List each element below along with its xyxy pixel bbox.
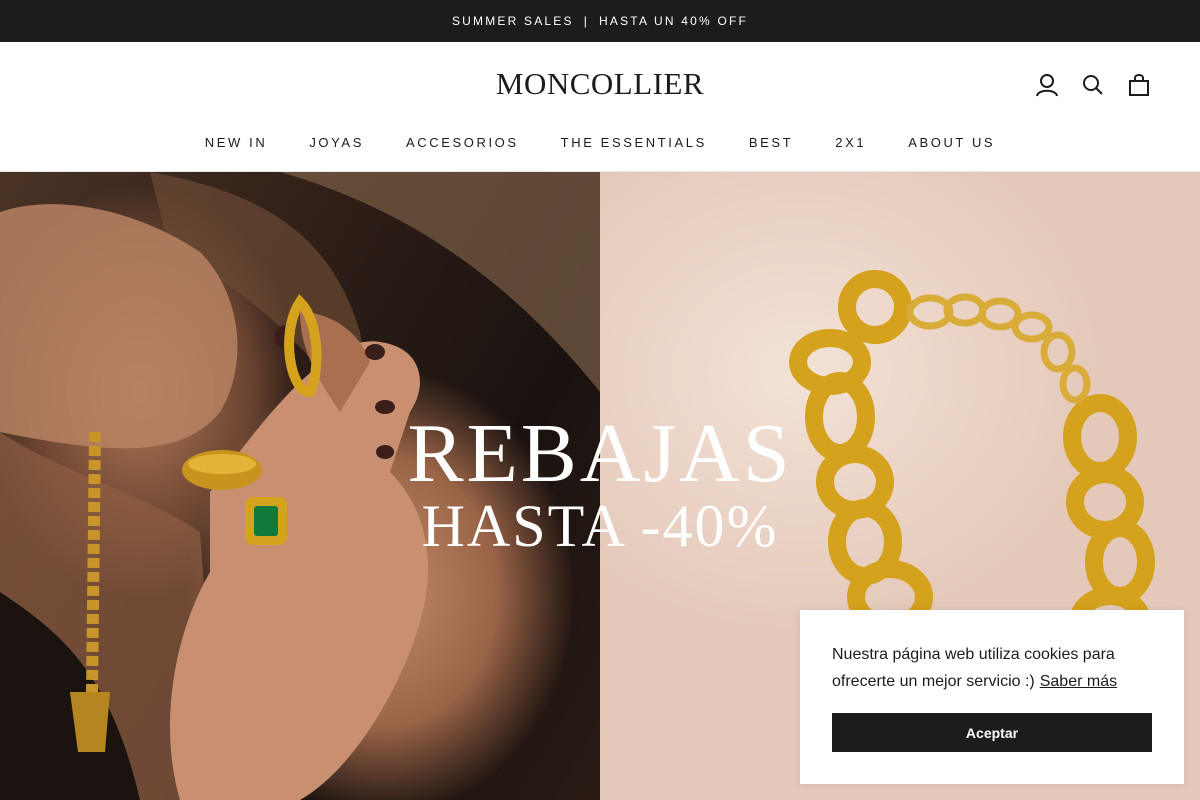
header-icons xyxy=(1034,72,1152,98)
nav-item-joyas[interactable]: JOYAS xyxy=(309,135,364,150)
nav-item-2x1[interactable]: 2X1 xyxy=(835,135,866,150)
search-icon[interactable] xyxy=(1080,72,1106,98)
site-logo[interactable]: MONCOLLIER xyxy=(0,66,1200,102)
announcement-bar: SUMMER SALES | HASTA UN 40% OFF xyxy=(0,0,1200,42)
nav-item-the-essentials[interactable]: THE ESSENTIALS xyxy=(561,135,707,150)
cookie-message-block: Nuestra página web utiliza cookies para … xyxy=(832,641,1152,695)
cookie-accept-button[interactable]: Aceptar xyxy=(832,713,1152,752)
cookie-banner: Nuestra página web utiliza cookies para … xyxy=(800,610,1184,784)
nav-item-accesorios[interactable]: ACCESORIOS xyxy=(406,135,519,150)
announcement-separator: | xyxy=(583,14,590,28)
hero-headline: REBAJAS HASTA -40% xyxy=(0,407,1200,559)
cookie-learn-more-link[interactable]: Saber más xyxy=(1040,673,1117,690)
cart-icon[interactable] xyxy=(1126,72,1152,98)
nav-item-about-us[interactable]: ABOUT US xyxy=(908,135,995,150)
account-icon[interactable] xyxy=(1034,72,1060,98)
announcement-right: HASTA UN 40% OFF xyxy=(599,14,749,28)
announcement-left: SUMMER SALES xyxy=(451,14,574,28)
nav-item-new-in[interactable]: NEW IN xyxy=(205,135,268,150)
site-header: MONCOLLIER NEW IN JOYAS ACCESORIOS THE E… xyxy=(0,42,1200,172)
hero-line-1: REBAJAS xyxy=(407,407,793,500)
hero-line-2: HASTA -40% xyxy=(421,493,779,559)
main-nav: NEW IN JOYAS ACCESORIOS THE ESSENTIALS B… xyxy=(0,135,1200,150)
nav-item-best[interactable]: BEST xyxy=(749,135,793,150)
